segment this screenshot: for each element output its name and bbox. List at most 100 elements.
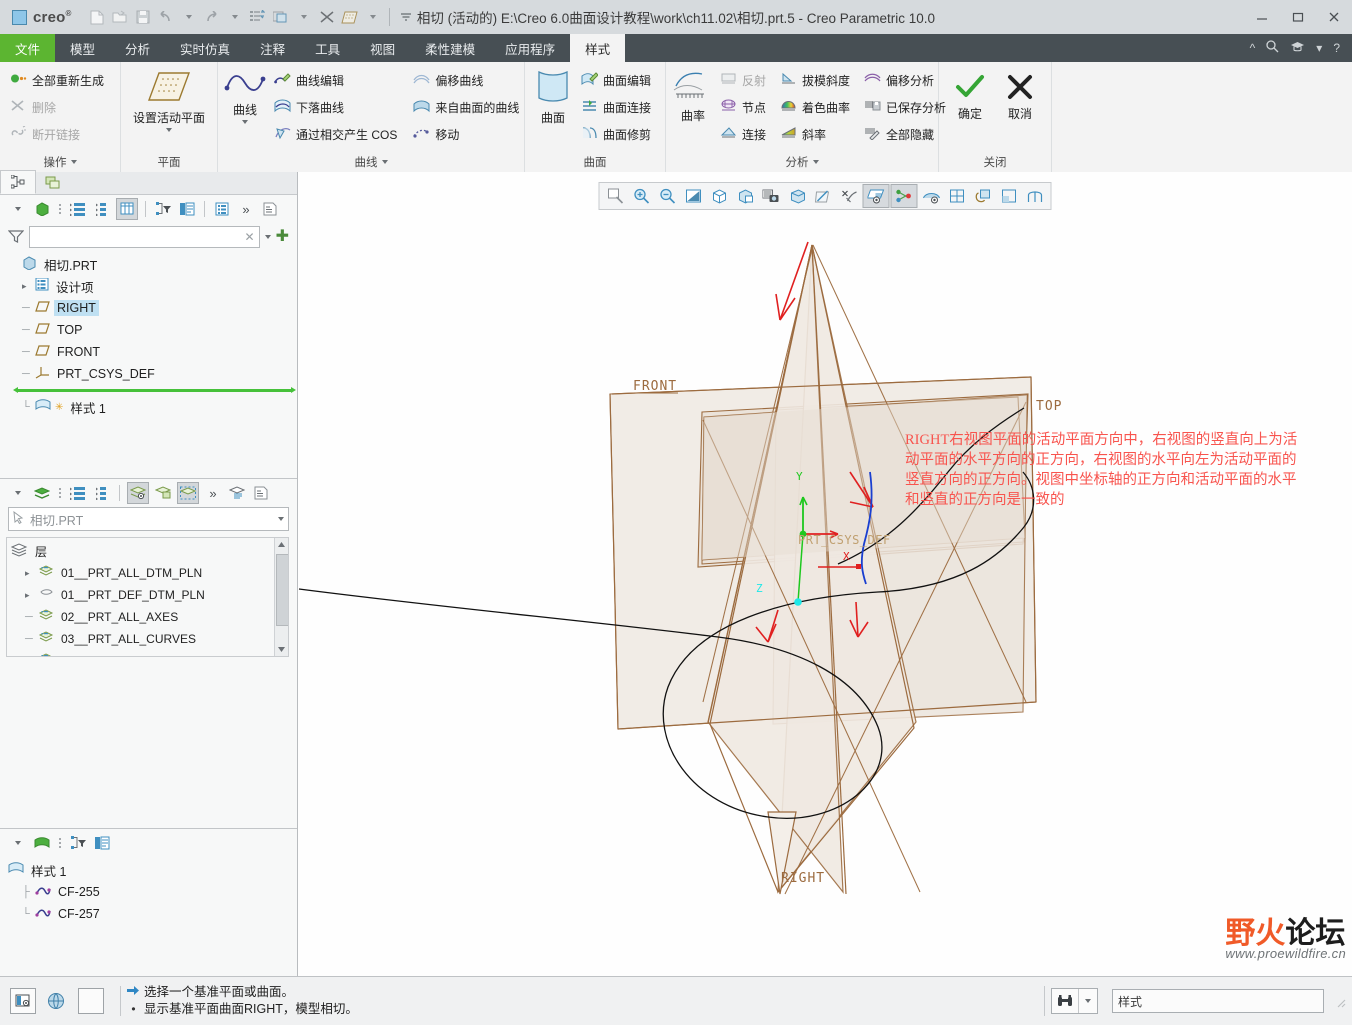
datum-dropdown-icon[interactable] (362, 5, 384, 29)
cos-intersect-button[interactable]: 通过相交产生 COS (270, 122, 401, 146)
curve-button[interactable]: 曲线 (224, 68, 266, 124)
open-icon[interactable] (109, 5, 131, 29)
search-input[interactable] (34, 229, 245, 245)
repaint-icon[interactable] (681, 185, 706, 207)
layer-root[interactable]: 层 (10, 540, 288, 562)
scene-icon[interactable] (997, 185, 1022, 207)
shaded-curvature-button[interactable]: 着色曲率 (776, 95, 854, 119)
binoculars-icon[interactable] (1052, 989, 1078, 1013)
datum-display-filter-icon[interactable] (862, 184, 890, 208)
help-graduate-icon[interactable] (1290, 41, 1305, 56)
curve-edit-button[interactable]: 曲线编辑 (270, 68, 401, 92)
tree-item-top[interactable]: ─ TOP (8, 319, 297, 341)
tree-item-right[interactable]: ─ RIGHT (8, 297, 297, 319)
saved-orientations-icon[interactable] (707, 185, 732, 207)
tree-detail-icon[interactable] (260, 199, 280, 219)
redo-icon[interactable] (201, 5, 223, 29)
tab-applications[interactable]: 应用程序 (490, 34, 570, 62)
expander-icon[interactable]: ▸ (22, 281, 31, 292)
search-icon[interactable] (1266, 40, 1279, 56)
slope-button[interactable]: 斜率 (776, 122, 854, 146)
break-link-button[interactable]: 断开链接 (6, 122, 108, 146)
display-style-icon[interactable] (945, 185, 970, 207)
model-tree-tab[interactable] (0, 170, 36, 194)
style-display-icon[interactable] (92, 833, 112, 853)
insert-here-indicator[interactable] (13, 387, 296, 393)
drop-curve-button[interactable]: 下落曲线 (270, 95, 401, 119)
layer-list-scrollbar[interactable] (274, 538, 288, 656)
new-icon[interactable] (86, 5, 108, 29)
chevron-down-icon[interactable] (381, 160, 388, 164)
layer-select-icon[interactable] (177, 482, 199, 504)
expand-all-icon[interactable] (68, 199, 88, 219)
expander-icon[interactable]: ▸ (25, 590, 34, 601)
layer-overflow-icon[interactable]: » (203, 483, 223, 503)
tree-settings-icon[interactable] (212, 199, 232, 219)
tree-item-design-items[interactable]: ▸ 设计项 (8, 275, 297, 297)
selection-filter-icon[interactable] (10, 988, 36, 1014)
camera-icon[interactable] (759, 185, 784, 207)
ribbon-group-curve-title[interactable]: 曲线 (224, 152, 518, 172)
help-question-icon[interactable]: ? (1333, 41, 1340, 55)
style-tree-root[interactable]: 样式 1 (8, 859, 297, 881)
find-tool[interactable] (1051, 988, 1098, 1014)
zoom-in-icon[interactable] (629, 185, 654, 207)
resize-grip-icon[interactable] (1332, 994, 1346, 1008)
maximize-button[interactable] (1280, 0, 1316, 34)
layer-more-icon[interactable] (56, 483, 64, 503)
knot-button[interactable]: 节点 (716, 95, 770, 119)
connection-button[interactable]: 连接 (716, 122, 770, 146)
tree-more-icon[interactable] (56, 199, 64, 219)
tab-annotation[interactable]: 注释 (245, 34, 300, 62)
cancel-button[interactable]: 取消 (999, 72, 1041, 122)
offset-curve-button[interactable]: 偏移曲线 (409, 68, 523, 92)
minimize-button[interactable] (1244, 0, 1280, 34)
offset-analysis-button[interactable]: 偏移分析 (860, 68, 950, 92)
layer-item-1[interactable]: ▸ 01__PRT_DEF_DTM_PLN (11, 584, 288, 606)
perspective-view-icon[interactable] (785, 185, 810, 207)
layer-collapse-all-icon[interactable] (92, 483, 112, 503)
surface-connect-button[interactable]: 曲面连接 (577, 95, 655, 119)
reflection-button[interactable]: 反射 (716, 68, 770, 92)
tab-tools[interactable]: 工具 (300, 34, 355, 62)
style-surface-icon[interactable] (32, 833, 52, 853)
tab-style[interactable]: 样式 (570, 34, 626, 62)
save-icon[interactable] (132, 5, 154, 29)
close-button[interactable] (1316, 0, 1352, 34)
curvature-button[interactable]: 曲率 (672, 68, 714, 124)
layer-isolate-icon[interactable] (153, 483, 173, 503)
ok-button[interactable]: 确定 (949, 72, 991, 122)
layer-model-selector[interactable]: 相切.PRT (8, 507, 289, 531)
layer-show-icon[interactable] (127, 482, 149, 504)
regenerate-icon[interactable] (247, 5, 269, 29)
tab-model[interactable]: 模型 (55, 34, 110, 62)
tab-live-simulation[interactable]: 实时仿真 (165, 34, 245, 62)
style-tree-item-0[interactable]: ├ CF-255 (8, 881, 297, 903)
draft-angle-button[interactable]: 拔模斜度 (776, 68, 854, 92)
curve-dropdown-icon[interactable] (242, 120, 248, 124)
selection-status-box[interactable]: 样式 (1112, 989, 1324, 1013)
spin-center-icon[interactable] (919, 185, 944, 207)
tree-item-style[interactable]: └ ✳ 样式 1 (8, 396, 297, 418)
tab-flexible-modeling[interactable]: 柔性建模 (410, 34, 490, 62)
hide-all-button[interactable]: 全部隐藏 (860, 122, 950, 146)
style-tree-item-1[interactable]: └ CF-257 (8, 903, 297, 925)
clear-filter-icon[interactable]: ✕ (245, 230, 255, 244)
zoom-out-icon[interactable] (655, 185, 680, 207)
tab-analysis[interactable]: 分析 (110, 34, 165, 62)
tab-file[interactable]: 文件 (0, 34, 56, 62)
scroll-down-icon[interactable] (275, 642, 288, 656)
layer-item-3[interactable]: ─ 03__PRT_ALL_CURVES (11, 628, 288, 650)
close-window-icon[interactable] (316, 5, 338, 29)
help-dropdown-icon[interactable]: ▾ (1316, 41, 1322, 55)
tree-item-front[interactable]: ─ FRONT (8, 341, 297, 363)
curve-from-surface-button[interactable]: 来自曲面的曲线 (409, 95, 523, 119)
layer-settings-icon[interactable] (227, 483, 247, 503)
layer-collapse-icon[interactable] (8, 483, 28, 503)
tree-columns-icon[interactable] (116, 198, 138, 220)
move-button[interactable]: 移动 (409, 122, 523, 146)
point-display-filter-icon[interactable] (890, 184, 918, 208)
regenerate-all-button[interactable]: 全部重新生成 (6, 68, 108, 92)
window-dropdown-icon[interactable] (293, 5, 315, 29)
find-dropdown-icon[interactable] (1078, 989, 1097, 1013)
